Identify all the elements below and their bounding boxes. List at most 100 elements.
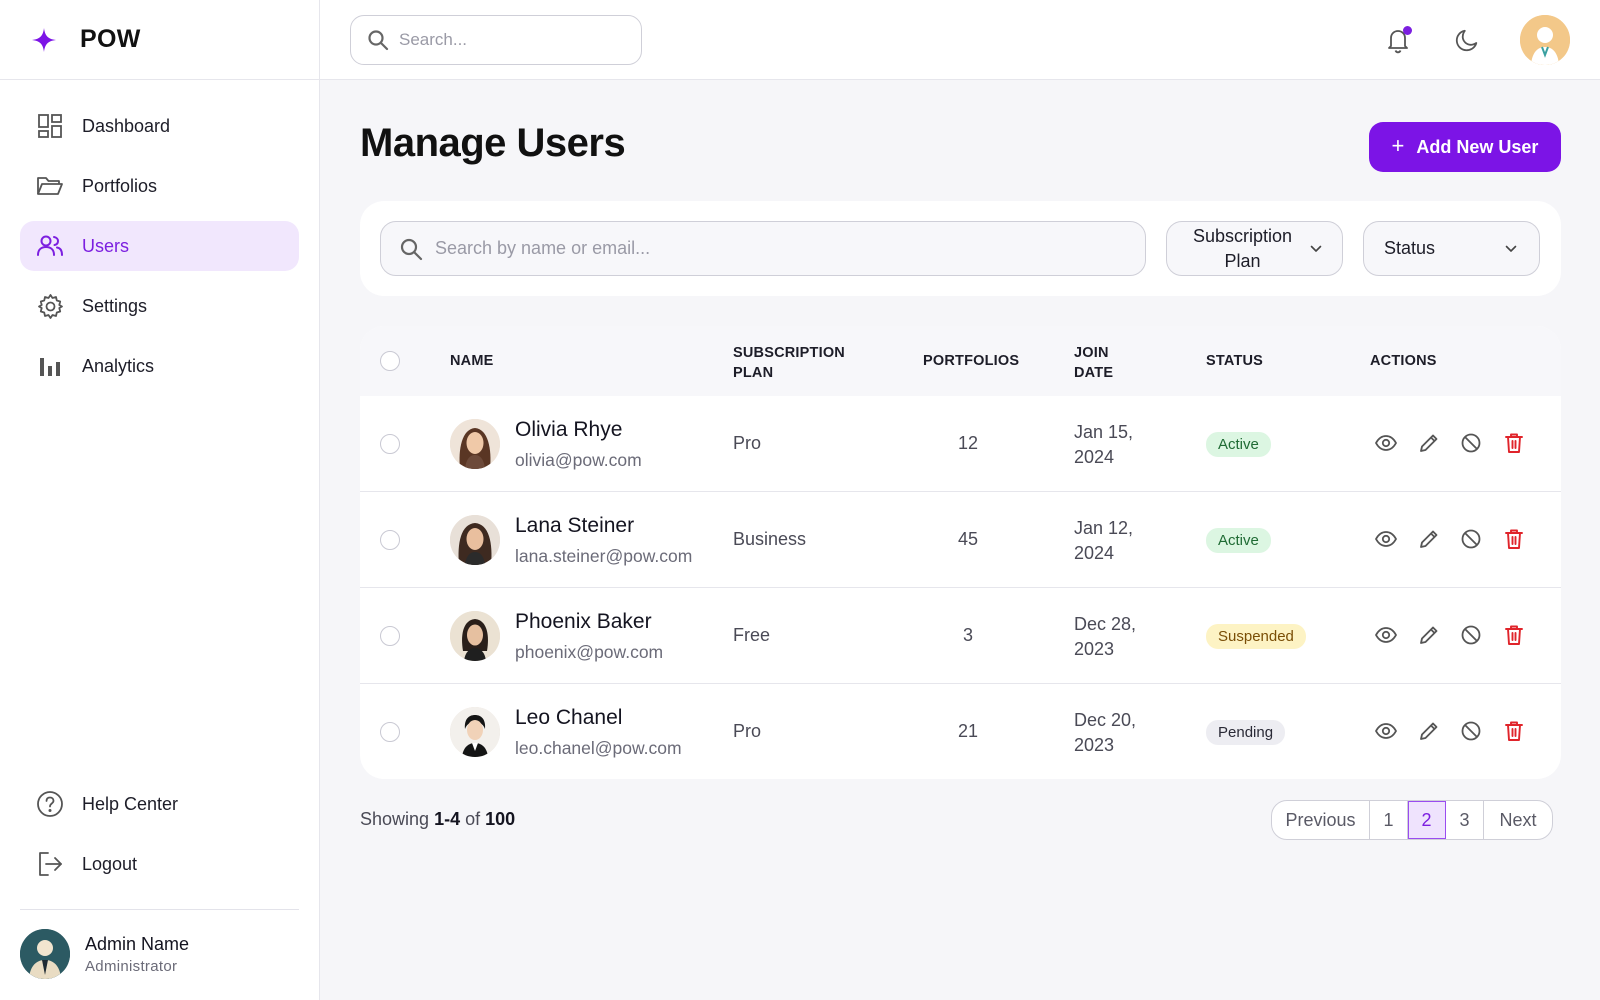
table-row[interactable]: Lana Steiner lana.steiner@pow.com Busine… — [360, 492, 1561, 588]
status-select-label: Status — [1384, 238, 1436, 258]
view-icon[interactable] — [1374, 527, 1398, 551]
gear-icon — [36, 292, 64, 320]
status-badge-cell: Active — [1206, 432, 1271, 457]
row-checkbox[interactable] — [380, 722, 400, 742]
column-header-plan[interactable]: SUBSCRIPTION PLAN — [733, 343, 853, 383]
admin-role: Administrator — [85, 957, 178, 975]
page-2-button[interactable]: 2 — [1408, 801, 1446, 839]
delete-icon[interactable] — [1502, 527, 1526, 551]
row-actions — [1374, 431, 1544, 455]
column-header-name[interactable]: NAME — [450, 353, 494, 369]
table-row[interactable]: Olivia Rhye olivia@pow.com Pro 12 Jan 15… — [360, 396, 1561, 492]
notifications-button[interactable] — [1384, 26, 1412, 54]
user-portfolios: 12 — [957, 433, 979, 453]
edit-icon[interactable] — [1417, 623, 1441, 647]
filter-bar: Subscription Plan Status — [360, 201, 1561, 296]
help-icon — [36, 790, 64, 818]
chevron-down-icon — [1310, 245, 1321, 252]
sidebar-item-analytics[interactable]: Analytics — [20, 341, 299, 391]
next-page-button[interactable]: Next — [1484, 801, 1552, 839]
status-select[interactable]: Status — [1363, 221, 1540, 276]
moon-icon — [1455, 29, 1478, 52]
sidebar-item-label: Help Center — [82, 793, 179, 814]
ban-icon[interactable] — [1459, 527, 1483, 551]
status-badge: Active — [1206, 528, 1271, 553]
pagination-summary: Showing 1-4 of 100 — [360, 809, 516, 829]
sidebar-item-label: Users — [82, 235, 130, 256]
ban-icon[interactable] — [1459, 719, 1483, 743]
avatar — [450, 515, 500, 565]
previous-page-button[interactable]: Previous — [1272, 801, 1370, 839]
brand[interactable]: POW — [0, 0, 319, 80]
admin-name: Admin Name — [85, 933, 190, 954]
chevron-down-icon — [1505, 245, 1517, 252]
users-table: NAME SUBSCRIPTION PLAN PORTFOLIOS JOIN D… — [360, 326, 1561, 779]
global-search[interactable] — [350, 15, 642, 65]
avatar — [450, 419, 500, 469]
delete-icon[interactable] — [1502, 623, 1526, 647]
user-avatar[interactable] — [1520, 15, 1570, 65]
theme-toggle[interactable] — [1453, 26, 1481, 54]
sidebar-nav: Dashboard Portfolios Users Settings Anal… — [0, 80, 319, 391]
sidebar-item-dashboard[interactable]: Dashboard — [20, 101, 299, 151]
pagination-range: 1-4 — [434, 809, 461, 829]
sidebar-item-label: Analytics — [82, 355, 155, 376]
page-title: Manage Users — [360, 121, 626, 165]
user-plan: Pro — [733, 433, 762, 453]
view-icon[interactable] — [1374, 623, 1398, 647]
table-row[interactable]: Leo Chanel leo.chanel@pow.com Pro 21 Dec… — [360, 684, 1561, 779]
column-header-status[interactable]: STATUS — [1206, 353, 1263, 369]
sidebar-item-users[interactable]: Users — [20, 221, 299, 271]
user-name: Lana Steiner — [515, 514, 635, 537]
column-header-portfolios[interactable]: PORTFOLIOS — [923, 353, 1019, 369]
page-1-button[interactable]: 1 — [1370, 801, 1408, 839]
users-icon — [36, 232, 64, 260]
user-join-date: Dec 20, 2023 — [1074, 710, 1137, 755]
delete-icon[interactable] — [1502, 719, 1526, 743]
user-email: phoenix@pow.com — [515, 642, 664, 662]
bar-chart-icon — [36, 352, 64, 380]
user-join-date: Dec 28, 2023 — [1074, 614, 1137, 659]
user-search[interactable] — [380, 221, 1146, 276]
page-3-button[interactable]: 3 — [1446, 801, 1484, 839]
edit-icon[interactable] — [1417, 719, 1441, 743]
row-checkbox[interactable] — [380, 434, 400, 454]
column-header-join-date[interactable]: JOIN DATE — [1074, 343, 1124, 383]
user-search-input[interactable] — [435, 238, 1125, 259]
column-header-actions: ACTIONS — [1370, 353, 1437, 369]
notification-dot — [1403, 26, 1412, 35]
admin-avatar — [20, 929, 70, 979]
sidebar-item-settings[interactable]: Settings — [20, 281, 299, 331]
user-join-date: Jan 15, 2024 — [1074, 422, 1134, 467]
subscription-plan-label: Subscription Plan — [1192, 225, 1293, 271]
select-all-checkbox[interactable] — [380, 351, 400, 371]
edit-icon[interactable] — [1417, 527, 1441, 551]
search-icon — [368, 30, 389, 51]
add-new-user-label: Add New User — [1416, 136, 1539, 157]
ban-icon[interactable] — [1459, 431, 1483, 455]
row-checkbox[interactable] — [380, 626, 400, 646]
ban-icon[interactable] — [1459, 623, 1483, 647]
view-icon[interactable] — [1374, 431, 1398, 455]
delete-icon[interactable] — [1502, 431, 1526, 455]
sidebar-item-portfolios[interactable]: Portfolios — [20, 161, 299, 211]
table-row[interactable]: Phoenix Baker phoenix@pow.com Free 3 Dec… — [360, 588, 1561, 684]
global-search-input[interactable] — [399, 30, 619, 50]
edit-icon[interactable] — [1417, 431, 1441, 455]
topbar — [320, 0, 1600, 80]
table-header: NAME SUBSCRIPTION PLAN PORTFOLIOS JOIN D… — [360, 326, 1561, 396]
view-icon[interactable] — [1374, 719, 1398, 743]
subscription-plan-select[interactable]: Subscription Plan — [1166, 221, 1343, 276]
folder-icon — [36, 172, 64, 200]
sparkle-logo-icon — [32, 27, 56, 52]
sidebar-item-logout[interactable]: Logout — [20, 839, 299, 889]
add-new-user-button[interactable]: + Add New User — [1369, 122, 1561, 172]
row-actions — [1374, 623, 1544, 647]
admin-profile[interactable]: Admin Name Administrator — [20, 929, 189, 979]
status-badge-cell: Pending — [1206, 720, 1286, 745]
user-email: lana.steiner@pow.com — [515, 546, 693, 566]
row-checkbox[interactable] — [380, 530, 400, 550]
sidebar-item-help-center[interactable]: Help Center — [20, 779, 299, 829]
status-badge-cell: Suspended — [1206, 624, 1306, 649]
sidebar: POW Dashboard Portfolios Users Settings — [0, 0, 320, 1000]
